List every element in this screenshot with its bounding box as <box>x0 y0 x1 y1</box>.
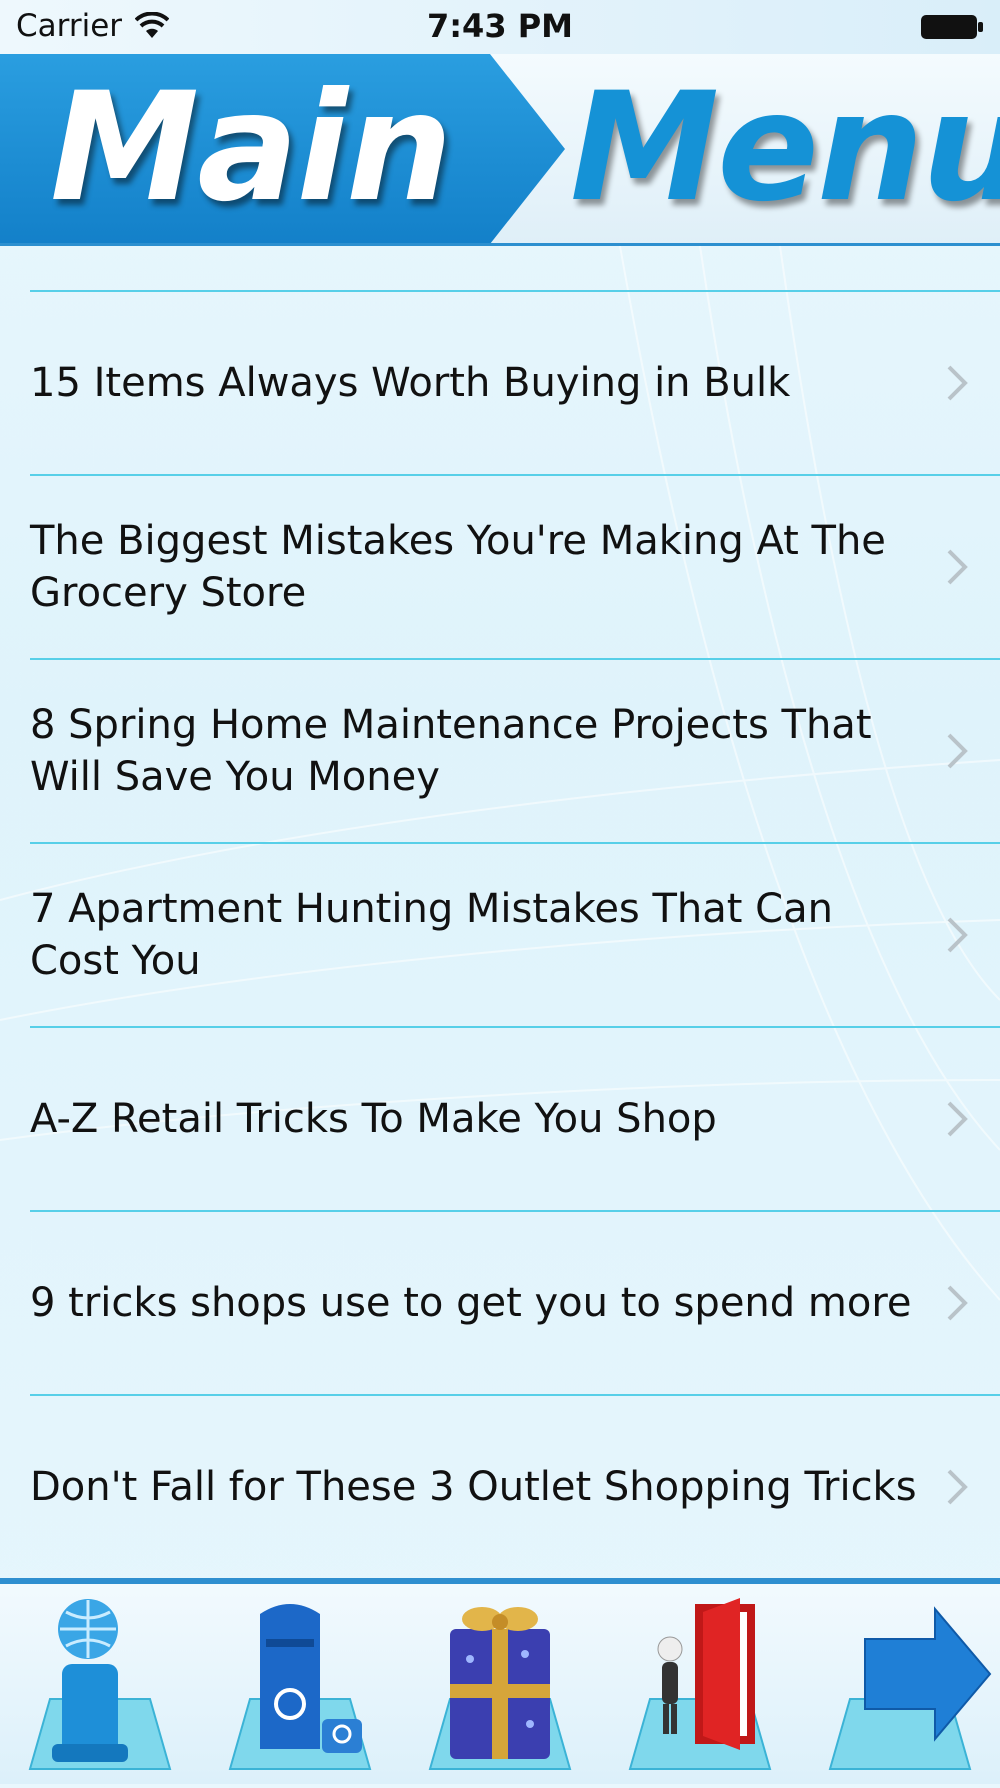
menu-item[interactable]: Don't Fall for These 3 Outlet Shopping T… <box>0 1396 1000 1578</box>
chevron-right-icon <box>947 733 968 769</box>
menu-item[interactable]: 9 tricks shops use to get you to spend m… <box>0 1212 1000 1394</box>
status-time: 7:43 PM <box>426 7 574 45</box>
menu-item-label: 15 Items Always Worth Buying in Bulk <box>30 360 791 406</box>
mailbox-icon <box>228 1604 372 1770</box>
exit-door-icon <box>628 1598 772 1770</box>
exit-button[interactable] <box>600 1584 800 1784</box>
next-arrow-icon <box>828 1606 992 1770</box>
banner-title-main: Main <box>50 61 453 235</box>
chevron-right-icon <box>947 1285 968 1321</box>
gift-button[interactable] <box>400 1584 600 1784</box>
menu-list: 15 Items Always Worth Buying in Bulk The… <box>0 246 1000 1580</box>
menu-item[interactable]: The Biggest Mistakes You're Making At Th… <box>0 476 1000 658</box>
battery-icon <box>921 15 983 39</box>
menu-item-label: 8 Spring Home Maintenance Projects That … <box>30 702 872 800</box>
contact-us-button[interactable] <box>200 1584 400 1784</box>
chevron-right-icon <box>947 917 968 953</box>
info-icon <box>28 1599 172 1770</box>
main-menu-banner: Main Menu <box>0 54 1000 244</box>
menu-item-label: 9 tricks shops use to get you to spend m… <box>30 1280 912 1326</box>
chevron-right-icon <box>947 1101 968 1137</box>
chevron-right-icon <box>947 1469 968 1505</box>
menu-item[interactable]: 15 Items Always Worth Buying in Bulk <box>0 292 1000 474</box>
info-button[interactable] <box>0 1584 200 1784</box>
menu-item[interactable]: A-Z Retail Tricks To Make You Shop <box>0 1028 1000 1210</box>
gift-icon <box>428 1607 572 1770</box>
chevron-right-icon <box>947 549 968 585</box>
status-bar: Carrier 7:43 PM <box>0 0 1000 54</box>
banner-title-menu: Menu <box>570 61 1000 235</box>
menu-item[interactable]: 7 Apartment Hunting Mistakes That Can Co… <box>0 844 1000 1026</box>
menu-item-label: A-Z Retail Tricks To Make You Shop <box>30 1096 717 1142</box>
menu-item-label: 7 Apartment Hunting Mistakes That Can Co… <box>30 886 833 984</box>
chevron-right-icon <box>947 365 968 401</box>
menu-item-label: The Biggest Mistakes You're Making At Th… <box>30 518 886 616</box>
menu-item[interactable]: 8 Spring Home Maintenance Projects That … <box>0 660 1000 842</box>
bottom-toolbar <box>0 1578 1000 1784</box>
menu-item-label: Don't Fall for These 3 Outlet Shopping T… <box>30 1464 917 1510</box>
next-button[interactable] <box>800 1584 1000 1784</box>
banner-divider <box>0 243 1000 246</box>
